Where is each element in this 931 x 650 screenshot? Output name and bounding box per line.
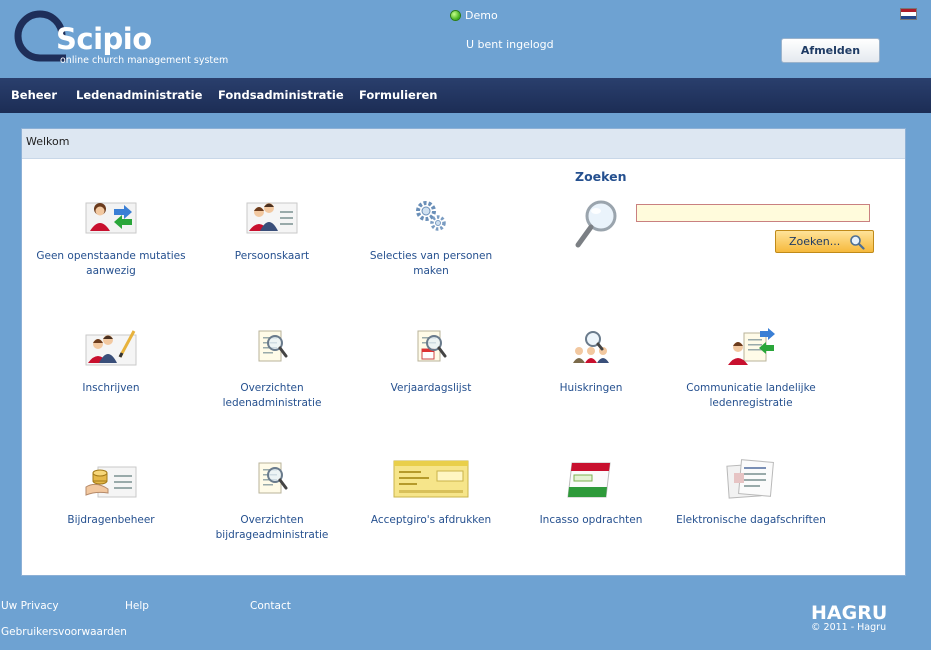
footer-link-contact[interactable]: Contact <box>250 600 291 612</box>
person-card-icon <box>246 202 298 234</box>
logo-wordmark: Scipio <box>56 22 152 56</box>
person-export-icon <box>728 328 775 365</box>
gears-icon <box>416 201 446 231</box>
scipio-logo[interactable]: Scipio online church management system <box>14 10 234 70</box>
tile-label: Incasso opdrachten <box>539 514 643 526</box>
group-search-icon <box>573 331 609 363</box>
tile-inschrijven[interactable]: Inschrijven <box>31 327 191 396</box>
tile-label: Verjaardagslijst <box>390 382 472 394</box>
person-register-icon <box>85 330 137 366</box>
tile-huiskringen[interactable]: Huiskringen <box>511 327 671 396</box>
flag-stripe-blue <box>901 15 916 19</box>
tile-overzichten-leden[interactable]: Overzichten ledenadministratie <box>192 327 352 411</box>
tile-verjaardagslijst[interactable]: Verjaardagslijst <box>351 327 511 396</box>
panel-title: Welkom <box>22 129 905 159</box>
tile-label: Overzichten bijdrageadministratie <box>215 514 329 541</box>
tile-mutations[interactable]: Geen openstaande mutaties aanwezig <box>31 195 191 279</box>
tile-overzichten-bijdrage[interactable]: Overzichten bijdrageadministratie <box>192 459 352 543</box>
tile-selecties[interactable]: Selecties van personen maken <box>351 195 511 279</box>
tile-communicatie-lrp[interactable]: Communicatie landelijke ledenregistratie <box>671 327 831 411</box>
nav-item-formulieren[interactable]: Formulieren <box>359 88 437 102</box>
tile-dagafschriften[interactable]: Elektronische dagafschriften <box>671 459 831 528</box>
tile-label: Persoonskaart <box>234 250 310 262</box>
nav-item-ledenadministratie[interactable]: Ledenadministratie <box>76 88 202 102</box>
environment-label: Demo <box>465 9 498 22</box>
tile-label: Geen openstaande mutaties aanwezig <box>36 250 186 277</box>
footer-link-privacy[interactable]: Uw Privacy <box>1 600 59 612</box>
tile-acceptgiro[interactable]: Acceptgiro's afdrukken <box>351 459 511 528</box>
search-icon <box>850 235 865 250</box>
birthday-list-icon <box>417 330 447 362</box>
document-search-icon <box>258 462 288 494</box>
footer-link-help[interactable]: Help <box>125 600 149 612</box>
login-status: U bent ingelogd <box>466 38 554 51</box>
person-sync-icon <box>85 202 137 234</box>
status-dot-icon <box>451 11 460 20</box>
tile-label: Bijdragenbeheer <box>67 514 155 526</box>
tile-bijdragenbeheer[interactable]: Bijdragenbeheer <box>31 459 191 528</box>
tile-label: Communicatie landelijke ledenregistratie <box>686 382 816 409</box>
copyright-text: © 2011 - Hagru <box>811 622 887 633</box>
contribution-icon <box>85 466 137 498</box>
hagru-wordmark: HAGRU <box>811 602 888 624</box>
hagru-logo[interactable]: HAGRU © 2011 - Hagru <box>811 602 887 633</box>
main-nav: Beheer Ledenadministratie Fondsadministr… <box>0 78 931 113</box>
logout-button[interactable]: Afmelden <box>781 38 880 63</box>
search-input[interactable] <box>636 204 870 222</box>
footer-link-terms[interactable]: Gebruikersvoorwaarden <box>1 626 127 638</box>
search-button[interactable]: Zoeken... <box>775 230 874 253</box>
tile-label: Selecties van personen maken <box>369 250 493 277</box>
bank-statement-icon <box>726 459 774 499</box>
magnifier-icon <box>575 200 617 248</box>
logo-tagline: online church management system <box>60 55 229 66</box>
tile-label: Huiskringen <box>559 382 623 394</box>
document-search-icon <box>258 330 288 362</box>
search-title: Zoeken <box>575 169 627 184</box>
nav-item-fondsadministratie[interactable]: Fondsadministratie <box>218 88 344 102</box>
tile-label: Acceptgiro's afdrukken <box>370 514 492 526</box>
search-button-label: Zoeken... <box>789 235 841 248</box>
environment-indicator: Demo <box>451 9 498 22</box>
tile-incasso[interactable]: Incasso opdrachten <box>511 459 671 528</box>
tile-label: Overzichten ledenadministratie <box>222 382 322 409</box>
tile-label: Elektronische dagafschriften <box>676 514 826 526</box>
header: Scipio online church management system D… <box>0 0 931 78</box>
acceptgiro-icon <box>393 460 469 498</box>
tile-persoonskaart[interactable]: Persoonskaart <box>192 195 352 264</box>
tile-label: Inschrijven <box>82 382 140 394</box>
direct-debit-icon <box>567 462 611 498</box>
dutch-flag-icon[interactable] <box>900 8 917 20</box>
nav-item-beheer[interactable]: Beheer <box>11 88 57 102</box>
